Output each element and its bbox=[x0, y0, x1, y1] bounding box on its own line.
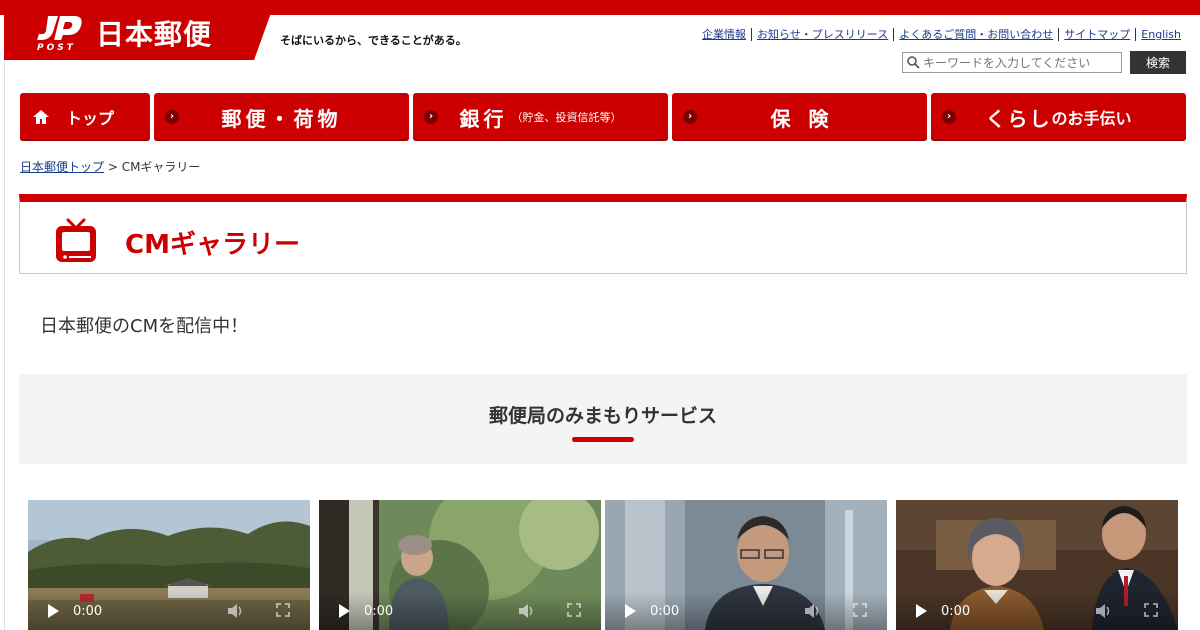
nav-label-insurance: 保険 bbox=[770, 106, 847, 131]
util-link-corporate[interactable]: 企業情報 bbox=[697, 28, 751, 41]
video-time: 0:00 bbox=[73, 603, 103, 619]
util-link-sitemap[interactable]: サイトマップ bbox=[1058, 28, 1135, 41]
fullscreen-icon[interactable] bbox=[1144, 603, 1158, 617]
nav-item-home[interactable]: トップ bbox=[20, 93, 150, 141]
video-player-4[interactable]: 0:00 bbox=[896, 500, 1178, 630]
util-link-news[interactable]: お知らせ・プレスリリース bbox=[751, 28, 893, 41]
svg-text:POST: POST bbox=[37, 43, 76, 52]
video-controls: 0:00 bbox=[605, 592, 887, 630]
video-controls: 0:00 bbox=[896, 592, 1178, 630]
breadcrumb: 日本郵便トップ > CMギャラリー bbox=[20, 158, 200, 175]
volume-icon[interactable] bbox=[1095, 603, 1113, 619]
play-icon[interactable] bbox=[916, 604, 927, 618]
nav-item-mail[interactable]: › 郵便・荷物 bbox=[154, 93, 409, 141]
tagline: そばにいるから、できることがある。 bbox=[280, 34, 467, 47]
volume-icon[interactable] bbox=[518, 603, 536, 619]
jp-post-logo-icon: POST bbox=[37, 16, 82, 52]
video-player-2[interactable]: 0:00 bbox=[319, 500, 601, 630]
fullscreen-icon[interactable] bbox=[276, 603, 290, 617]
logo-text: 日本郵便 bbox=[96, 18, 213, 51]
play-icon[interactable] bbox=[625, 604, 636, 618]
left-border bbox=[4, 15, 5, 630]
section-underline bbox=[572, 437, 634, 442]
util-link-english[interactable]: English bbox=[1135, 28, 1186, 41]
nav-sublabel-bank: （貯金、投資信託等） bbox=[511, 111, 622, 124]
video-controls: 0:00 bbox=[319, 592, 601, 630]
fullscreen-icon[interactable] bbox=[567, 603, 581, 617]
section-title: 郵便局のみまもりサービス bbox=[488, 405, 717, 427]
page-heading: CMギャラリー bbox=[19, 194, 1187, 274]
video-time: 0:00 bbox=[650, 603, 680, 619]
play-icon[interactable] bbox=[48, 604, 59, 618]
volume-icon[interactable] bbox=[804, 603, 822, 619]
nav-label-mail: 郵便・荷物 bbox=[221, 106, 342, 131]
logo-link[interactable]: POST 日本郵便 bbox=[4, 0, 270, 60]
fullscreen-icon[interactable] bbox=[853, 603, 867, 617]
breadcrumb-home-link[interactable]: 日本郵便トップ bbox=[20, 160, 104, 174]
search-input[interactable] bbox=[923, 55, 1113, 70]
utility-links: 企業情報 お知らせ・プレスリリース よくあるご質問・お問い合わせ サイトマップ … bbox=[697, 28, 1186, 41]
video-time: 0:00 bbox=[941, 603, 971, 619]
intro-text: 日本郵便のCMを配信中！ bbox=[40, 316, 249, 337]
nav-item-bank[interactable]: › 銀行 （貯金、投資信託等） bbox=[413, 93, 668, 141]
breadcrumb-separator: > bbox=[104, 160, 122, 174]
nav-label-bank: 銀行 bbox=[459, 106, 508, 131]
home-icon bbox=[33, 110, 49, 124]
volume-icon[interactable] bbox=[227, 603, 245, 619]
search-button[interactable]: 検索 bbox=[1130, 51, 1186, 74]
nav-label-home: トップ bbox=[66, 109, 115, 128]
nav-label-life: くらし bbox=[985, 106, 1052, 131]
page-title: CMギャラリー bbox=[125, 230, 300, 260]
tv-icon bbox=[56, 218, 96, 262]
nav-label-life-small: のお手伝い bbox=[1051, 109, 1132, 128]
nav-item-insurance[interactable]: › 保険 bbox=[672, 93, 927, 141]
video-player-3[interactable]: 0:00 bbox=[605, 500, 887, 630]
search-box bbox=[902, 52, 1122, 73]
video-player-1[interactable]: 0:00 bbox=[28, 500, 310, 630]
chevron-right-icon: › bbox=[165, 110, 179, 124]
chevron-right-icon: › bbox=[683, 110, 697, 124]
breadcrumb-current: CMギャラリー bbox=[121, 160, 201, 174]
video-time: 0:00 bbox=[364, 603, 394, 619]
video-controls: 0:00 bbox=[28, 592, 310, 630]
util-link-faq[interactable]: よくあるご質問・お問い合わせ bbox=[893, 28, 1058, 41]
search-icon bbox=[907, 56, 920, 69]
chevron-right-icon: › bbox=[424, 110, 438, 124]
chevron-right-icon: › bbox=[942, 110, 956, 124]
nav-item-life[interactable]: › くらし のお手伝い bbox=[931, 93, 1186, 141]
main-nav: トップ › 郵便・荷物 › 銀行 （貯金、投資信託等） › 保険 › くらし のお… bbox=[20, 93, 1187, 141]
play-icon[interactable] bbox=[339, 604, 350, 618]
section-header: 郵便局のみまもりサービス bbox=[19, 374, 1187, 464]
